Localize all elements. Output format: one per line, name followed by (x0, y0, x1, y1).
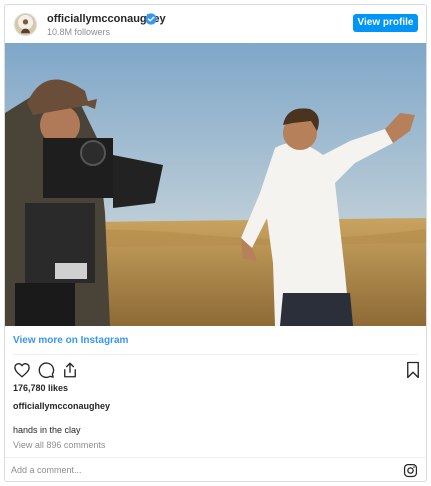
caption-username[interactable]: officiallymcconaughey (13, 401, 110, 412)
follower-count: 10.8M followers (47, 27, 111, 37)
divider (5, 457, 426, 458)
view-profile-button[interactable]: View profile (353, 14, 418, 32)
comment-bubble-icon[interactable] (37, 361, 55, 379)
heart-icon[interactable] (13, 361, 31, 379)
like-count[interactable]: 176,780 likes (13, 383, 68, 394)
divider (13, 354, 418, 355)
avatar[interactable] (14, 13, 37, 36)
view-comments-link[interactable]: View all 896 comments (13, 440, 105, 451)
share-icon[interactable] (61, 361, 79, 379)
instagram-icon[interactable] (403, 463, 418, 478)
instagram-embed: officiallymcconaughey 10.8M followers Vi… (4, 4, 427, 482)
caption-text: hands in the clay (13, 425, 81, 435)
bookmark-icon[interactable] (405, 361, 421, 379)
verified-badge-icon (145, 13, 157, 25)
post-header: officiallymcconaughey 10.8M followers Vi… (5, 5, 426, 43)
view-more-link[interactable]: View more on Instagram (13, 335, 128, 347)
add-comment-input[interactable] (11, 461, 391, 479)
post-photo[interactable] (5, 43, 426, 326)
